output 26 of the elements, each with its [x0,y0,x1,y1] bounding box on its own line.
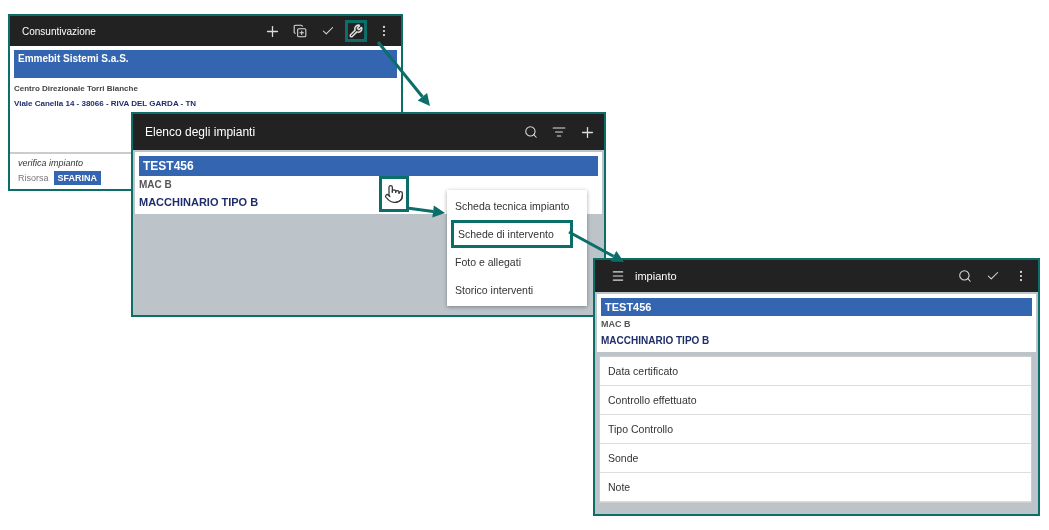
item-model: MAC B [138,178,173,192]
field-row[interactable]: Controllo effettuato [600,386,1031,415]
field-row[interactable]: Note [600,473,1031,502]
item-model: MAC B [600,318,632,331]
arrow [406,205,445,218]
resource-badge: SFARINA [53,171,102,185]
field-row[interactable]: Sonde [600,444,1031,473]
address-line: Viale Canella 14 - 38066 - RIVA DEL GARDA - TN [13,98,198,110]
address-line: Centro Direzionale Torri Bianche [13,83,139,95]
item-code[interactable]: TEST456 [601,298,1032,316]
item-type: MACCHINARIO TIPO B [600,334,711,348]
menu-item[interactable]: Foto e allegati [447,248,587,276]
screen-title: impianto [635,270,678,282]
screen-title: Elenco degli impianti [145,125,257,139]
field-row[interactable]: Data certificato [600,357,1031,386]
item-type: MACCHINARIO TIPO B [138,195,260,210]
menu-item[interactable]: Scheda tecnica impianto [447,192,587,220]
resource-label: Risorsa [18,173,49,183]
screen-title: Consuntivazione [22,25,97,37]
activity-text: verifica impianto [18,158,84,168]
field-row[interactable]: Tipo Controllo [600,415,1031,444]
menu-item[interactable]: Schede di intervento [451,220,573,248]
wrench-icon[interactable] [345,20,367,42]
item-code[interactable]: TEST456 [139,156,598,176]
menu-item[interactable]: Storico interventi [447,276,587,304]
customer-name: Emmebit Sistemi S.a.S. [14,50,397,78]
